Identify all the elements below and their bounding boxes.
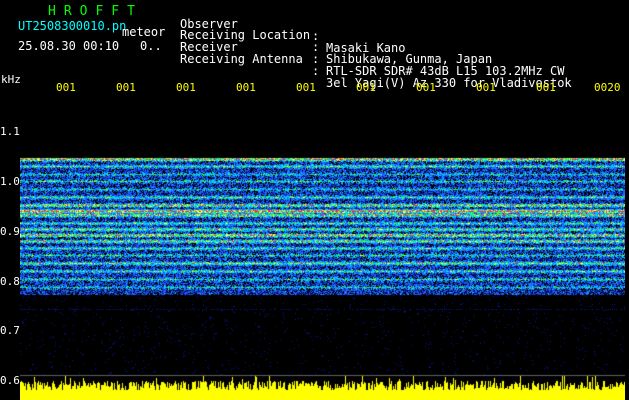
time-tick: 001 [416, 81, 436, 94]
time-tick: 001 [56, 81, 76, 94]
info-colon: : [312, 64, 320, 78]
time-tick: 001 [116, 81, 136, 94]
app-title: HROFFT [48, 4, 143, 19]
freq-unit-label: kHz [1, 73, 21, 86]
filename-label: UT2508300010.pn [18, 19, 127, 33]
freq-tick-label: 0.8 [0, 275, 20, 288]
freq-tick-label: 1.0 [0, 175, 20, 188]
time-tick: 001 [476, 81, 496, 94]
spectrogram-display [20, 95, 625, 400]
meteor-label: meteor [122, 25, 166, 39]
time-tick: 001 [176, 81, 196, 94]
time-tick: 001 [356, 81, 376, 94]
freq-tick-label: 0.9 [0, 225, 20, 238]
freq-tick-label: 0.7 [0, 324, 20, 337]
info-label: Receiving Antenna [180, 52, 303, 66]
freq-tick-label: 1.1 [0, 125, 20, 138]
datetime-label: 25.08.30 00:10 [18, 39, 120, 53]
freq-tick-label: 0.6 [0, 374, 20, 387]
time-tick: 0020 [594, 81, 621, 94]
time-tick: 001 [236, 81, 256, 94]
time-tick: 001 [536, 81, 556, 94]
counter-label: 0.. [140, 39, 162, 53]
time-tick: 001 [296, 81, 316, 94]
